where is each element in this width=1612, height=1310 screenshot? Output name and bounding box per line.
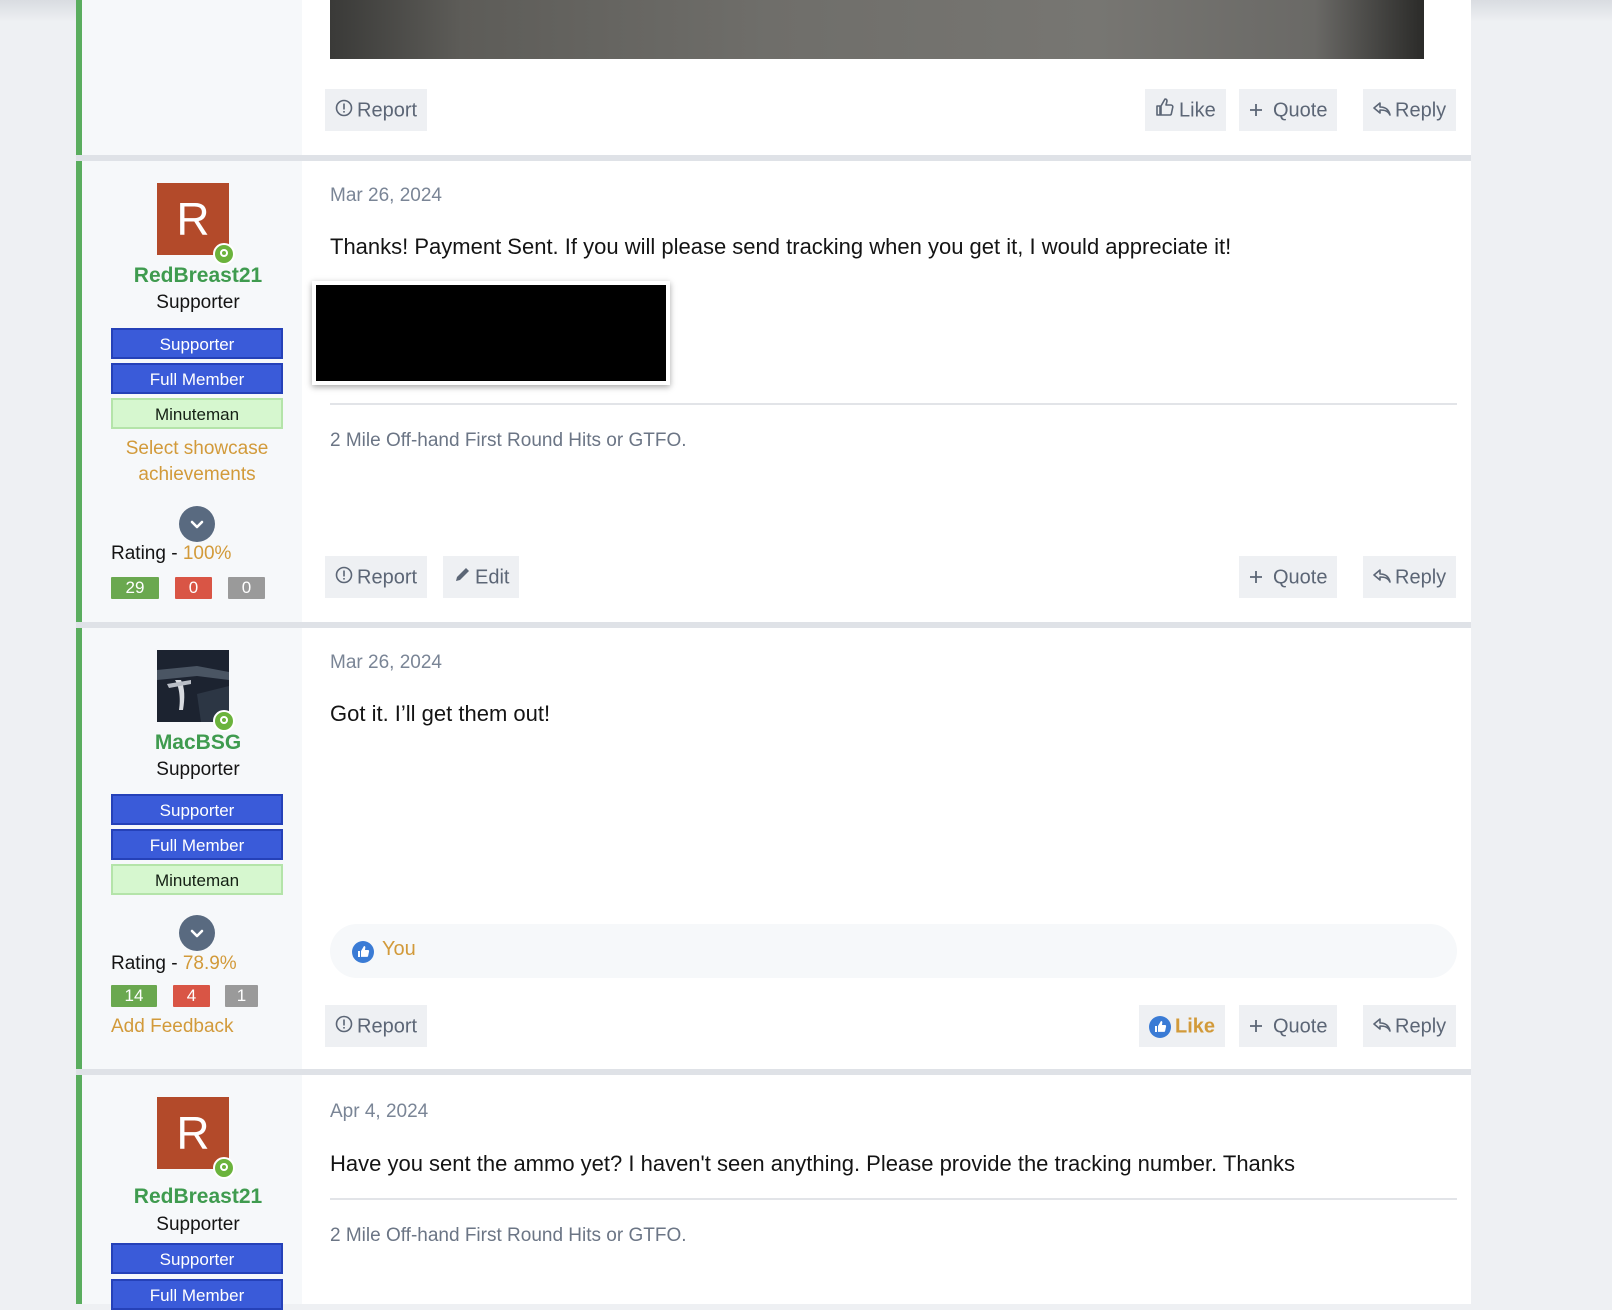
- feedback-neutral[interactable]: 0: [228, 577, 265, 599]
- banner-supporter: Supporter: [111, 1243, 283, 1274]
- avatar[interactable]: R: [157, 183, 235, 265]
- redacted-image: [312, 281, 670, 385]
- rating-value: 100%: [182, 543, 232, 564]
- quote-button[interactable]: Quote: [1239, 556, 1338, 599]
- thread: Report Like Quote Reply R RedBreast21 Su…: [76, 0, 1471, 1310]
- post-date[interactable]: Apr 4, 2024: [330, 1101, 428, 1123]
- post-image[interactable]: [330, 0, 1424, 59]
- post-message: Got it. I’ll get them out!: [330, 701, 551, 726]
- avatar[interactable]: [157, 650, 235, 732]
- post-date[interactable]: Mar 26, 2024: [330, 652, 442, 674]
- post-previous: Report Like Quote Reply: [76, 0, 1471, 155]
- banner-full-member: Full Member: [111, 1279, 283, 1310]
- banner-full-member: Full Member: [111, 829, 283, 860]
- quote-button[interactable]: Quote: [1239, 89, 1338, 132]
- banner-minuteman: Minuteman: [111, 864, 283, 895]
- online-status-icon: [213, 710, 235, 732]
- user-title: Supporter: [156, 1214, 240, 1235]
- feedback-negative[interactable]: 4: [173, 985, 210, 1007]
- feedback-neutral[interactable]: 1: [225, 985, 258, 1007]
- reply-icon: [1373, 557, 1391, 599]
- online-status-icon: [213, 1157, 235, 1179]
- post-message: Thanks! Payment Sent. If you will please…: [330, 234, 1232, 259]
- post-message: Have you sent the ammo yet? I haven't se…: [330, 1151, 1296, 1176]
- signature-divider: [330, 1198, 1457, 1200]
- post-redbreast21-2: R RedBreast21 Supporter Supporter Full M…: [76, 1075, 1471, 1310]
- report-button[interactable]: Report: [325, 1005, 428, 1048]
- edit-button[interactable]: Edit: [443, 556, 520, 599]
- chevron-down-icon: [190, 520, 204, 529]
- avatar[interactable]: R: [157, 1097, 235, 1179]
- reply-button[interactable]: Reply: [1363, 1005, 1457, 1048]
- user-column: [82, 0, 302, 155]
- add-feedback-link[interactable]: Add Feedback: [111, 1016, 234, 1038]
- rating-value: 78.9%: [182, 953, 237, 974]
- user-column: R RedBreast21 Supporter Supporter Full M…: [82, 1075, 302, 1310]
- feedback-positive[interactable]: 29: [111, 577, 159, 599]
- banner-minuteman: Minuteman: [111, 398, 283, 429]
- username[interactable]: MacBSG: [82, 731, 314, 755]
- signature: 2 Mile Off-hand First Round Hits or GTFO…: [330, 430, 687, 451]
- username[interactable]: RedBreast21: [82, 264, 314, 288]
- expand-button[interactable]: [179, 915, 215, 951]
- like-filled-icon: [1149, 1015, 1171, 1038]
- user-column: R RedBreast21 Supporter Supporter Full M…: [82, 161, 302, 622]
- like-reaction-icon: [352, 941, 374, 963]
- rating: Rating - 78.9%: [111, 953, 237, 974]
- plus-icon: [1249, 557, 1263, 599]
- like-button[interactable]: Like: [1139, 1005, 1226, 1047]
- plus-icon: [1249, 1006, 1263, 1048]
- thumbs-up-icon: [1155, 90, 1175, 132]
- user-column: MacBSG Supporter Supporter Full Member M…: [82, 628, 302, 1069]
- reply-icon: [1373, 90, 1391, 132]
- like-button[interactable]: Like: [1145, 89, 1226, 131]
- user-title: Supporter: [156, 759, 240, 780]
- username[interactable]: RedBreast21: [82, 1185, 314, 1209]
- expand-button[interactable]: [179, 506, 215, 542]
- report-button[interactable]: Report: [325, 556, 428, 599]
- reactions-users[interactable]: You: [382, 938, 416, 961]
- report-icon: [335, 90, 353, 132]
- post-redbreast21-1: R RedBreast21 Supporter Supporter Full M…: [76, 161, 1471, 622]
- plus-icon: [1249, 90, 1263, 132]
- signature-divider: [330, 403, 1457, 405]
- banner-full-member: Full Member: [111, 363, 283, 394]
- reply-icon: [1373, 1006, 1391, 1048]
- quote-button[interactable]: Quote: [1239, 1005, 1338, 1048]
- pencil-icon: [453, 557, 471, 599]
- signature: 2 Mile Off-hand First Round Hits or GTFO…: [330, 1225, 687, 1246]
- online-status-icon: [213, 243, 235, 265]
- rating: Rating - 100%: [111, 543, 232, 564]
- chevron-down-icon: [190, 929, 204, 938]
- feedback-positive[interactable]: 14: [111, 985, 157, 1007]
- reply-button[interactable]: Reply: [1363, 556, 1457, 599]
- user-title: Supporter: [156, 292, 240, 313]
- report-button[interactable]: Report: [325, 89, 428, 132]
- feedback-negative[interactable]: 0: [175, 577, 212, 599]
- report-icon: [335, 557, 353, 599]
- banner-supporter: Supporter: [111, 794, 283, 825]
- banner-supporter: Supporter: [111, 328, 283, 359]
- post-macbsg: MacBSG Supporter Supporter Full Member M…: [76, 628, 1471, 1069]
- report-icon: [335, 1006, 353, 1048]
- reactions-bar[interactable]: You: [330, 924, 1457, 978]
- reply-button[interactable]: Reply: [1363, 89, 1457, 132]
- showcase-achievements-link[interactable]: Select showcase achievements: [111, 436, 283, 488]
- post-date[interactable]: Mar 26, 2024: [330, 185, 442, 207]
